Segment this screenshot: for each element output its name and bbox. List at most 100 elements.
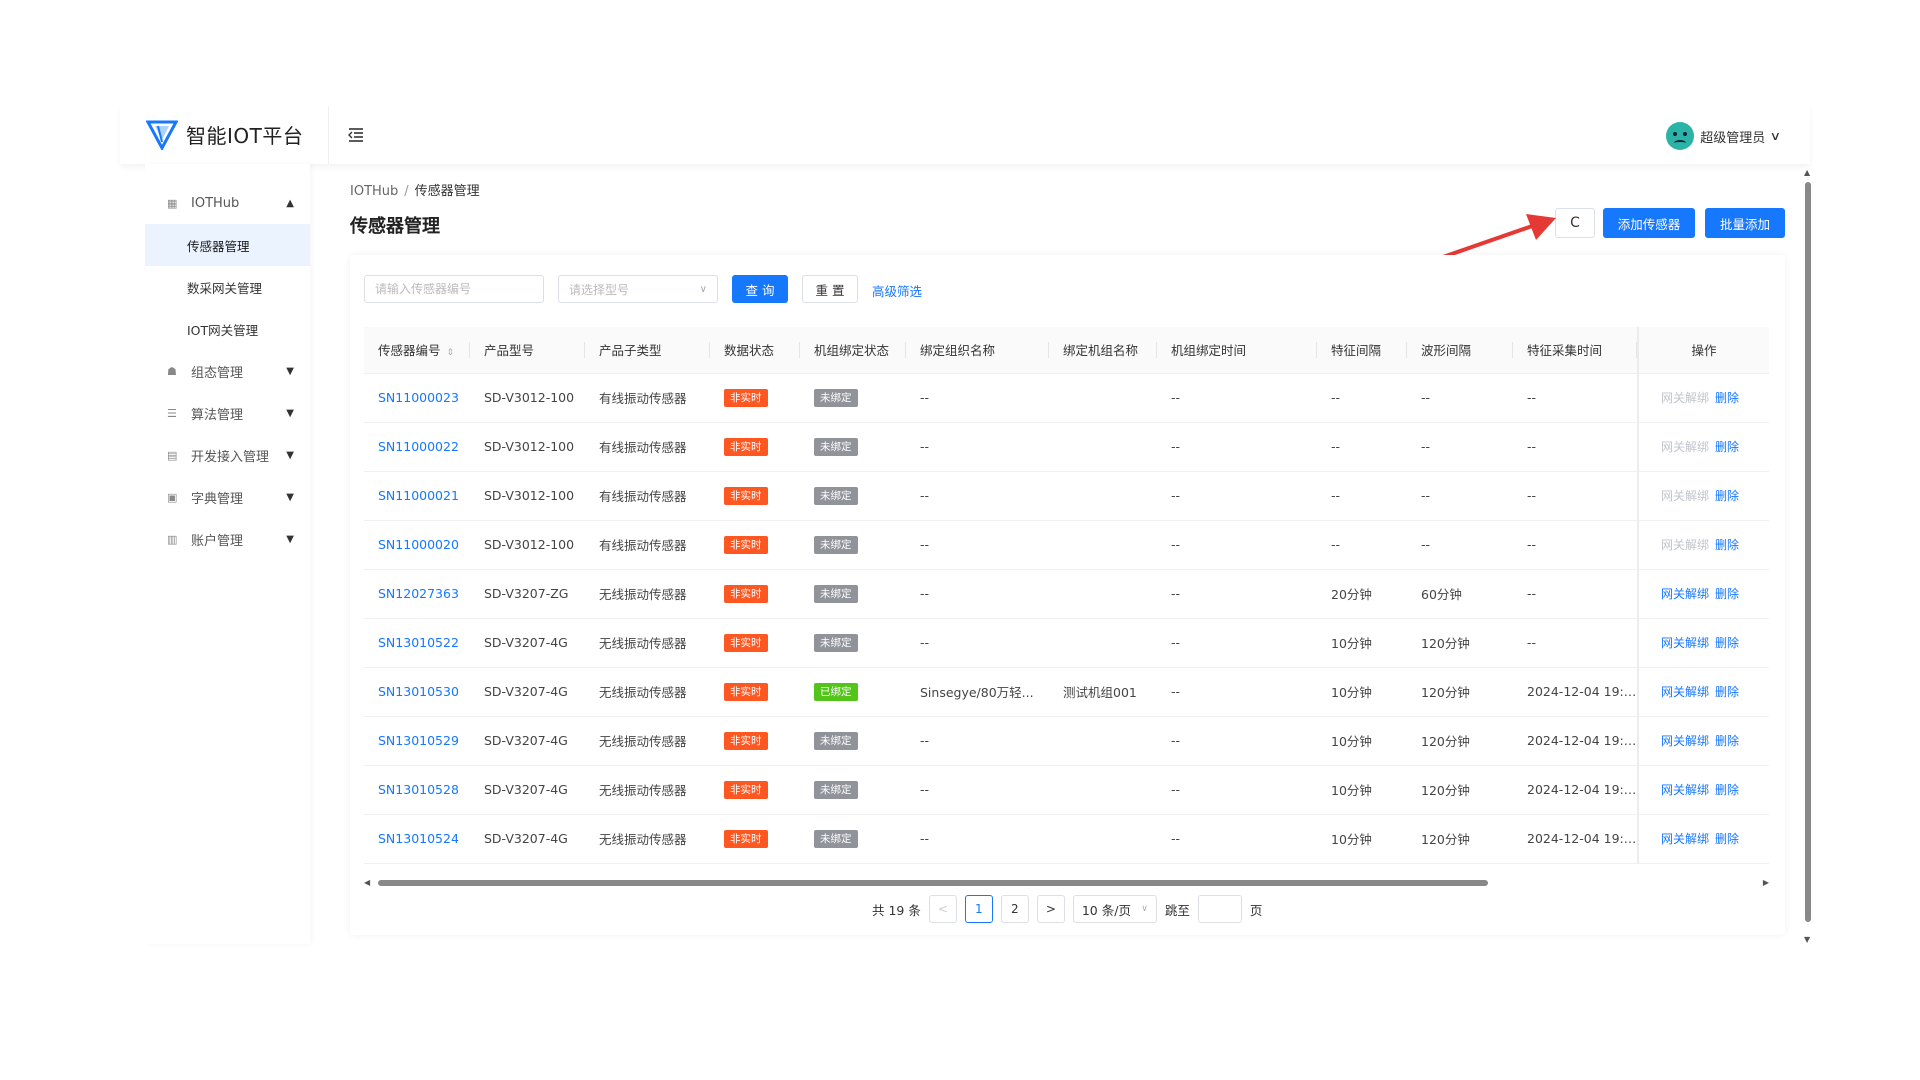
cell-data-status: 非实时 <box>710 422 800 472</box>
gateway-unbind-button[interactable]: 网关解绑 <box>1661 685 1709 699</box>
sensor-sn-link[interactable]: SN11000020 <box>378 537 459 552</box>
sidebar-group-dictionary[interactable]: ▣ 字典管理 ▼ <box>145 476 310 518</box>
gateway-unbind-button[interactable]: 网关解绑 <box>1661 636 1709 650</box>
sensor-sn-link[interactable]: SN13010528 <box>378 782 459 797</box>
scrollbar-thumb[interactable] <box>378 880 1488 886</box>
delete-button[interactable]: 删除 <box>1715 587 1739 601</box>
query-button[interactable]: 查 询 <box>732 275 788 303</box>
scroll-right-icon[interactable]: ▶ <box>1763 878 1769 887</box>
sensor-sn-link[interactable]: SN11000023 <box>378 390 459 405</box>
sidebar-item-data-gateway-management[interactable]: 数采网关管理 <box>145 266 310 308</box>
status-badge: 未绑定 <box>814 388 858 407</box>
sidebar-item-iot-gateway-management[interactable]: IOT网关管理 <box>145 308 310 350</box>
sensor-sn-link[interactable]: SN13010524 <box>378 831 459 846</box>
delete-button[interactable]: 删除 <box>1715 636 1739 650</box>
status-badge: 非实时 <box>724 682 768 701</box>
gateway-unbind-button[interactable]: 网关解绑 <box>1661 440 1709 454</box>
cell-data-status: 非实时 <box>710 569 800 619</box>
sidebar-item-label: IOT网关管理 <box>187 322 259 338</box>
column-header: 绑定机组名称 <box>1049 327 1157 374</box>
scroll-left-icon[interactable]: ◀ <box>364 878 370 887</box>
sensor-sn-input[interactable] <box>364 275 544 303</box>
grid-icon: ▦ <box>167 196 178 210</box>
sidebar-group-dev-access[interactable]: ▤ 开发接入管理 ▼ <box>145 434 310 476</box>
next-page-button[interactable]: > <box>1036 895 1065 923</box>
column-header: 产品子类型 <box>585 327 710 374</box>
sidebar-group-label: 账户管理 <box>191 533 244 549</box>
cell-bind-status: 未绑定 <box>800 520 906 570</box>
cell-actions: 网关解绑 删除 <box>1637 373 1769 423</box>
cell-actions: 网关解绑 删除 <box>1637 618 1769 668</box>
page-button-2[interactable]: 2 <box>1000 895 1029 923</box>
refresh-button[interactable]: C <box>1555 208 1595 238</box>
gateway-unbind-button[interactable]: 网关解绑 <box>1661 538 1709 552</box>
prev-page-button[interactable]: < <box>928 895 957 923</box>
sidebar-item-sensor-management[interactable]: 传感器管理 <box>145 224 310 266</box>
cell-model: SD-V3207-4G <box>470 765 585 815</box>
breadcrumb-root[interactable]: IOTHub <box>350 184 398 199</box>
scroll-up-icon[interactable]: ▲ <box>1804 168 1810 177</box>
cell-data-status: 非实时 <box>710 471 800 521</box>
sensor-sn-link[interactable]: SN13010530 <box>378 684 459 699</box>
delete-button[interactable]: 删除 <box>1715 783 1739 797</box>
pagination-total: 共 19 条 <box>872 902 921 918</box>
page-button-1[interactable]: 1 <box>964 895 993 923</box>
chevron-down-icon: ∨ <box>1769 129 1782 143</box>
sidebar-group-iothub[interactable]: ▦ IOTHub ▲ <box>145 182 310 224</box>
cell-data-status: 非实时 <box>710 520 800 570</box>
gateway-unbind-button[interactable]: 网关解绑 <box>1661 832 1709 846</box>
delete-button[interactable]: 删除 <box>1715 538 1739 552</box>
cell-subtype: 无线振动传感器 <box>585 814 710 864</box>
cell-org: -- <box>906 716 1049 766</box>
delete-button[interactable]: 删除 <box>1715 734 1739 748</box>
scroll-down-icon[interactable]: ▼ <box>1804 935 1810 944</box>
page-size-select[interactable]: 10 条/页 ∨ <box>1072 895 1157 923</box>
cell-unit <box>1049 373 1157 423</box>
batch-add-button[interactable]: 批量添加 <box>1705 208 1785 238</box>
sidebar-group-account[interactable]: ▥ 账户管理 ▼ <box>145 518 310 560</box>
cell-sn: SN13010524 <box>364 814 470 864</box>
gateway-unbind-button[interactable]: 网关解绑 <box>1661 391 1709 405</box>
sensor-sn-link[interactable]: SN13010522 <box>378 635 459 650</box>
page-title: 传感器管理 <box>350 216 440 237</box>
sidebar-group-label: IOTHub <box>191 195 240 211</box>
sidebar-group-algorithm[interactable]: ☰ 算法管理 ▼ <box>145 392 310 434</box>
cell-bind-time: -- <box>1157 765 1317 815</box>
gateway-unbind-button[interactable]: 网关解绑 <box>1661 783 1709 797</box>
delete-button[interactable]: 删除 <box>1715 685 1739 699</box>
sensor-sn-link[interactable]: SN13010529 <box>378 733 459 748</box>
model-select[interactable]: 请选择型号 ∨ <box>558 275 718 303</box>
jump-page-input[interactable] <box>1197 895 1242 923</box>
cell-model: SD-V3012-100 <box>470 373 585 423</box>
sidebar-group-configuration[interactable]: ☗ 组态管理 ▼ <box>145 350 310 392</box>
gateway-unbind-button[interactable]: 网关解绑 <box>1661 734 1709 748</box>
scrollbar-thumb[interactable] <box>1805 182 1811 922</box>
content-card: 请选择型号 ∨ 查 询 重 置 高级筛选 传感器编号 ⇕ 产品型号 产品子类型 数… <box>350 255 1785 935</box>
horizontal-scrollbar[interactable]: ◀ ▶ <box>364 877 1769 887</box>
user-menu[interactable]: 超级管理员 ∨ <box>1666 122 1782 150</box>
chevron-down-icon: ▼ <box>286 365 294 377</box>
delete-button[interactable]: 删除 <box>1715 440 1739 454</box>
column-header[interactable]: 传感器编号 ⇕ <box>364 327 470 374</box>
reset-button[interactable]: 重 置 <box>802 275 858 303</box>
cell-sn: SN11000023 <box>364 373 470 423</box>
cell-bind-time: -- <box>1157 667 1317 717</box>
sensor-sn-link[interactable]: SN11000022 <box>378 439 459 454</box>
cell-actions: 网关解绑 删除 <box>1637 520 1769 570</box>
app-logo[interactable]: 智能IOT平台 <box>146 118 303 150</box>
sensor-sn-link[interactable]: SN12027363 <box>378 586 459 601</box>
menu-fold-icon[interactable] <box>346 125 366 145</box>
gateway-unbind-button[interactable]: 网关解绑 <box>1661 489 1709 503</box>
advanced-filter-link[interactable]: 高级筛选 <box>872 281 922 300</box>
chevron-down-icon: ▼ <box>286 449 294 461</box>
sensor-sn-link[interactable]: SN11000021 <box>378 488 459 503</box>
vertical-scrollbar[interactable]: ▲ ▼ <box>1803 168 1813 944</box>
delete-button[interactable]: 删除 <box>1715 832 1739 846</box>
cell-actions: 网关解绑 删除 <box>1637 814 1769 864</box>
gateway-unbind-button[interactable]: 网关解绑 <box>1661 587 1709 601</box>
cell-feature-time: 2024-12-04 19:10:00 <box>1513 814 1638 864</box>
delete-button[interactable]: 删除 <box>1715 489 1739 503</box>
add-sensor-button[interactable]: 添加传感器 <box>1603 208 1695 238</box>
sort-icon[interactable]: ⇕ <box>447 348 455 358</box>
delete-button[interactable]: 删除 <box>1715 391 1739 405</box>
